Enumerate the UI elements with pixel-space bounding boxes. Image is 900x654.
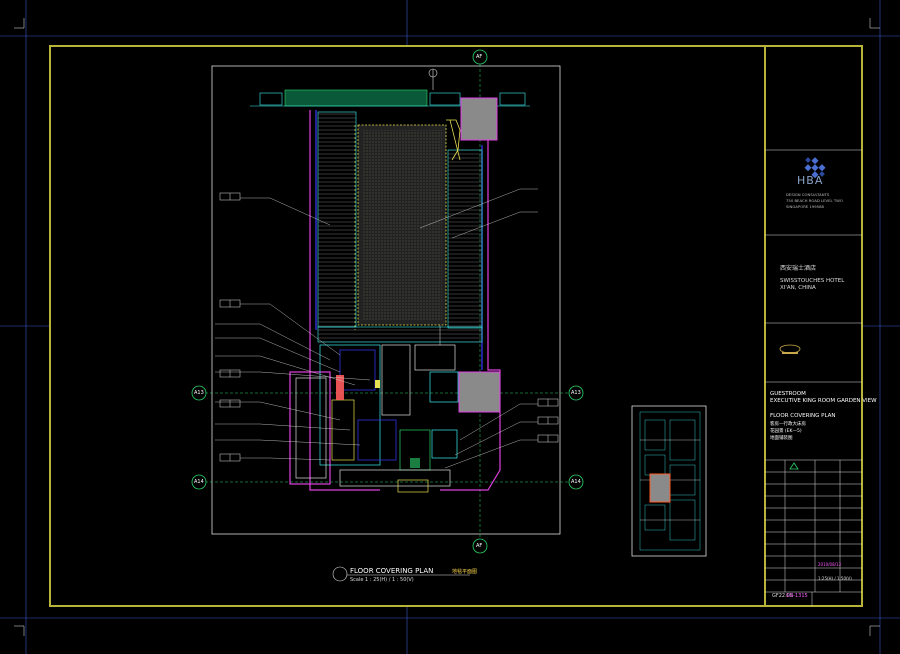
column-top <box>460 97 498 141</box>
drawing-date: 2010/08/13 <box>818 562 842 567</box>
consultant-line1: DESIGN CONSULTANTS <box>786 192 830 197</box>
grid-label-left-lower: A14 <box>194 479 204 485</box>
consultant-logo-text: HBA <box>797 174 824 187</box>
room-name: EXECUTIVE KING ROOM GARDEN VIEW <box>770 398 877 404</box>
plan-title-cn: 地毯平面图 <box>452 569 478 575</box>
grid-label-top: AF <box>476 54 483 60</box>
drawing-scale: 1:25(H) / 1:50(V) <box>818 576 852 581</box>
project-name-cn: 西安瑞士酒店 <box>780 265 817 272</box>
column-mid <box>458 371 501 413</box>
plan-scale: Scale 1 : 25(H) / 1 : 50(V) <box>350 577 414 583</box>
room-type: GUESTROOM <box>770 391 806 397</box>
cad-drawing-canvas <box>0 0 900 654</box>
grid-label-right-lower: A14 <box>571 479 581 485</box>
project-name-en: SWISSTOUCHES HOTEL <box>780 278 845 284</box>
revision-triangle <box>789 462 799 470</box>
section-marker-top <box>428 68 438 90</box>
bathroom-area <box>295 344 459 493</box>
drawing-name-cn-1: 客房—行政大床房 <box>770 422 806 427</box>
grid-label-left-upper: A13 <box>194 390 204 396</box>
drawing-name-cn-3: 地面铺装图 <box>770 436 793 441</box>
grid-label-right-upper: A13 <box>571 390 581 396</box>
key-plan-highlight <box>649 473 671 503</box>
reference-tags-left <box>219 192 241 462</box>
reference-tags-right <box>537 398 559 443</box>
grid-label-bottom: AF <box>476 543 483 549</box>
plan-title-bubble <box>332 566 348 582</box>
hotel-group-logo <box>779 344 801 354</box>
drawing-name: FLOOR COVERING PLAN <box>770 413 836 419</box>
carpet-texture <box>362 130 442 320</box>
consultant-line2: 750 BEACH ROAD LEVEL TWO <box>786 198 843 203</box>
title-block-lines <box>765 149 862 606</box>
drawing-name-cn-2: 花园景 (EK—5) <box>770 429 802 434</box>
project-location: XI'AN, CHINA <box>780 285 816 291</box>
project-number: GR-1315 <box>786 593 808 599</box>
consultant-line3: SINGAPORE 199588 <box>786 204 824 209</box>
plan-title: FLOOR COVERING PLAN <box>350 567 434 575</box>
